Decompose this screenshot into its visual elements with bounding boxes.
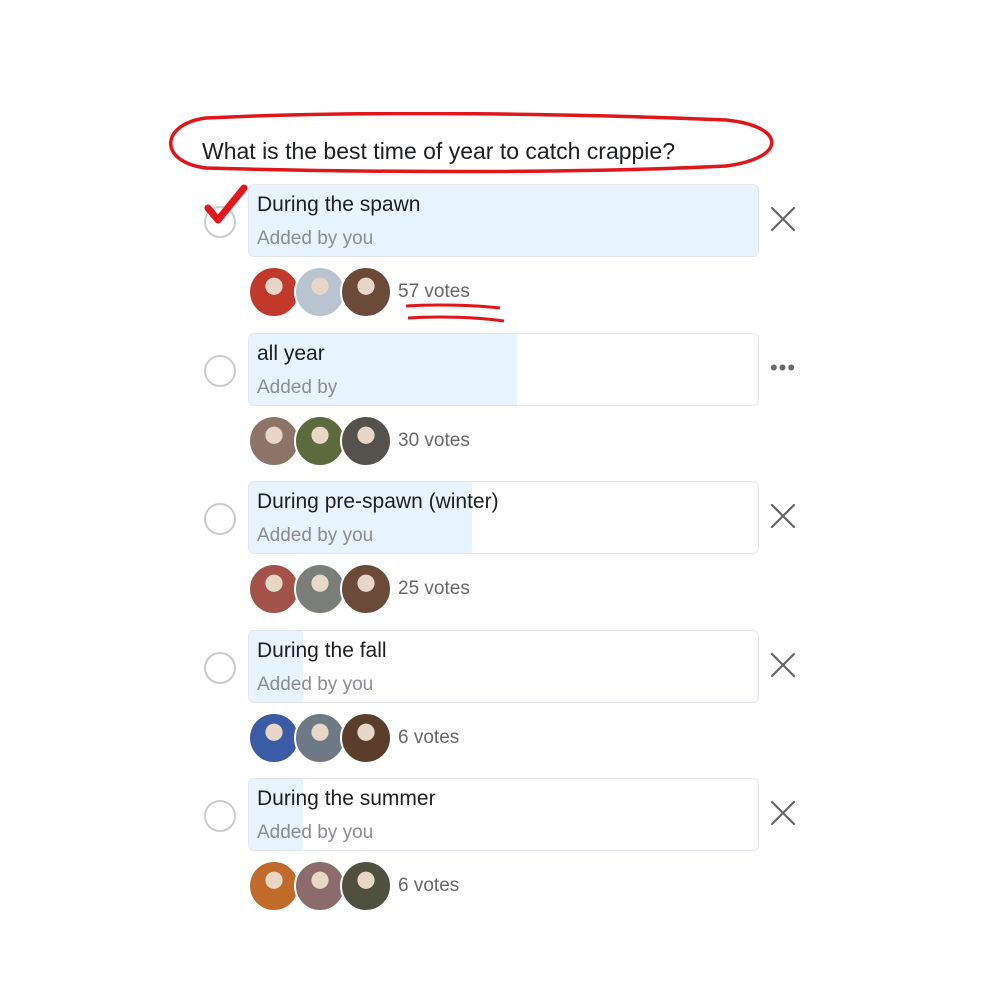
more-options-button[interactable]: •••: [766, 351, 800, 385]
voters-row[interactable]: 6 votes: [248, 860, 459, 912]
radio-button[interactable]: [204, 652, 236, 684]
avatar[interactable]: [248, 563, 300, 615]
avatar[interactable]: [294, 860, 346, 912]
poll-option: During pre-spawn (winter) Added by you 25 …: [0, 481, 1000, 621]
vote-count[interactable]: 25 votes: [398, 578, 470, 600]
vote-count[interactable]: 6 votes: [398, 875, 459, 897]
option-label: During pre-spawn (winter): [257, 490, 499, 513]
option-bar[interactable]: During pre-spawn (winter) Added by you: [248, 481, 759, 554]
option-bar[interactable]: During the fall Added by you: [248, 630, 759, 703]
added-by-label: Added by you: [257, 525, 374, 546]
option-bar[interactable]: During the summer Added by you: [248, 778, 759, 851]
poll-option: During the summer Added by you 6 votes: [0, 778, 1000, 918]
close-icon: [770, 652, 796, 678]
voters-row[interactable]: 57 votes: [248, 266, 470, 318]
added-by-label: Added by: [257, 377, 338, 398]
avatar[interactable]: [340, 415, 392, 467]
avatar[interactable]: [294, 563, 346, 615]
poll-option: During the fall Added by you 6 votes: [0, 630, 1000, 770]
poll-option: During the spawn Added by you 57 votes: [0, 184, 1000, 324]
avatar[interactable]: [248, 266, 300, 318]
avatar[interactable]: [294, 415, 346, 467]
avatar[interactable]: [248, 712, 300, 764]
close-icon: [770, 503, 796, 529]
added-by-label: Added by you: [257, 674, 374, 695]
option-bar[interactable]: During the spawn Added by you: [248, 184, 759, 257]
vote-count[interactable]: 57 votes: [398, 281, 470, 303]
remove-option-button[interactable]: [766, 648, 800, 682]
poll-question: What is the best time of year to catch c…: [202, 138, 676, 164]
added-by-label: Added by you: [257, 822, 374, 843]
remove-option-button[interactable]: [766, 796, 800, 830]
more-icon: •••: [769, 355, 797, 380]
option-label: all year: [257, 342, 325, 365]
avatar[interactable]: [340, 860, 392, 912]
avatar[interactable]: [294, 712, 346, 764]
radio-selected[interactable]: [204, 206, 236, 238]
avatar[interactable]: [248, 860, 300, 912]
radio-button[interactable]: [204, 800, 236, 832]
option-bar[interactable]: all year Added by: [248, 333, 759, 406]
option-label: During the fall: [257, 639, 387, 662]
vote-count[interactable]: 30 votes: [398, 430, 470, 452]
remove-option-button[interactable]: [766, 202, 800, 236]
avatar[interactable]: [340, 266, 392, 318]
remove-option-button[interactable]: [766, 499, 800, 533]
avatar[interactable]: [340, 712, 392, 764]
option-label: During the spawn: [257, 193, 421, 216]
avatar[interactable]: [248, 415, 300, 467]
voters-row[interactable]: 6 votes: [248, 712, 459, 764]
avatar[interactable]: [340, 563, 392, 615]
radio-button[interactable]: [204, 503, 236, 535]
close-icon: [770, 800, 796, 826]
option-label: During the summer: [257, 787, 436, 810]
voters-row[interactable]: 30 votes: [248, 415, 470, 467]
vote-count[interactable]: 6 votes: [398, 727, 459, 749]
radio-button[interactable]: [204, 355, 236, 387]
added-by-label: Added by you: [257, 228, 374, 249]
avatar[interactable]: [294, 266, 346, 318]
poll-option: all year Added by ••• 30 votes: [0, 333, 1000, 473]
close-icon: [770, 206, 796, 232]
voters-row[interactable]: 25 votes: [248, 563, 470, 615]
